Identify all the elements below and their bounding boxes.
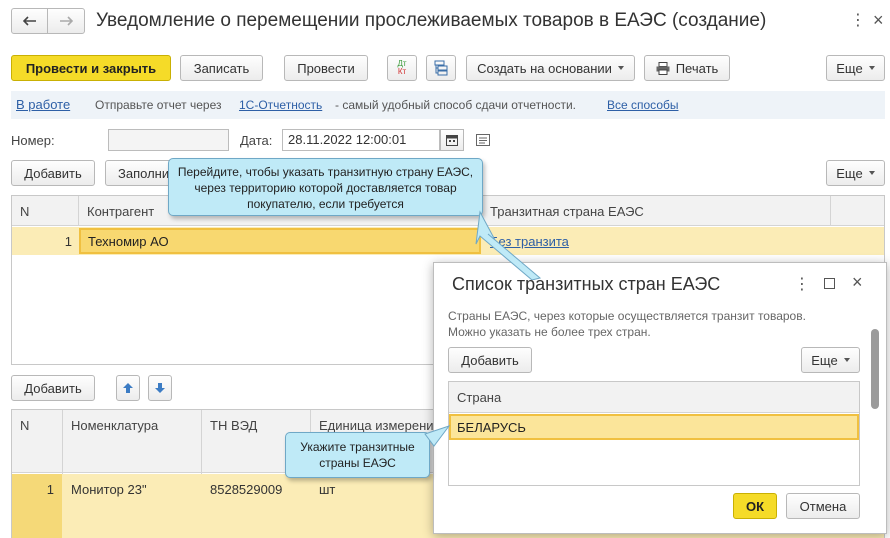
bottom-add-button[interactable]: Добавить [11, 375, 95, 401]
cancel-button[interactable]: Отмена [786, 493, 860, 519]
structure-button[interactable] [426, 55, 456, 81]
dialog-more-icon[interactable]: ⋮ [794, 274, 810, 294]
save-button[interactable]: Записать [180, 55, 263, 81]
col-n-header[interactable]: N [20, 196, 29, 226]
row-number: 1 [64, 234, 72, 249]
arrow-right-icon [60, 16, 73, 26]
ok-button[interactable]: ОК [733, 493, 777, 519]
countries-hint-tooltip: Укажите транзитные страны ЕАЭС [285, 432, 430, 478]
number-field[interactable] [108, 129, 229, 151]
tooltip-pointer-2 [424, 425, 451, 447]
create-based-on-button[interactable]: Создать на основании [466, 55, 635, 81]
post-button[interactable]: Провести [284, 55, 368, 81]
top-more-label: Еще [836, 165, 863, 181]
col-n-header-goods[interactable]: N [20, 418, 29, 433]
country-value: БЕЛАРУСЬ [457, 420, 526, 435]
nomenclature-value: Монитор 23" [71, 482, 147, 497]
maximize-icon[interactable] [824, 278, 835, 289]
arrow-up-icon [123, 383, 133, 393]
date-label: Дата: [240, 133, 273, 148]
page-title: Уведомление о перемещении прослеживаемых… [96, 10, 767, 31]
more-actions-icon[interactable]: ⋮ [850, 12, 866, 30]
info-text-before: Отправьте отчет через [95, 98, 222, 112]
arrow-left-icon [22, 16, 36, 26]
info-link-all-methods[interactable]: Все способы [607, 98, 679, 112]
more-button[interactable]: Еще [826, 55, 885, 81]
dialog-description: Страны ЕАЭС, через которые осуществляетс… [448, 309, 806, 339]
dialog-scrollbar[interactable] [871, 329, 879, 409]
tooltip-pointer [475, 210, 542, 280]
print-button[interactable]: Печать [644, 55, 730, 81]
calendar-button[interactable] [440, 129, 464, 151]
top-more-button[interactable]: Еще [826, 160, 885, 186]
move-down-button[interactable] [148, 375, 172, 401]
counterparty-value: Техномир АО [88, 234, 169, 249]
countries-table: Страна БЕЛАРУСЬ [448, 381, 860, 486]
forward-button[interactable] [47, 8, 85, 34]
status-link[interactable]: В работе [16, 97, 70, 112]
post-and-close-button[interactable]: Провести и закрыть [11, 55, 171, 81]
date-field[interactable]: 28.11.2022 12:00:01 [282, 129, 440, 151]
hierarchy-icon [434, 60, 448, 76]
more-label: Еще [836, 60, 863, 76]
dialog-close-icon[interactable]: × [852, 272, 863, 293]
goods-row-number: 1 [46, 482, 54, 497]
printer-icon [656, 61, 670, 75]
dialog-add-button[interactable]: Добавить [448, 347, 532, 373]
debit-credit-icon: Дт Кт [397, 59, 407, 76]
comment-icon[interactable] [476, 134, 490, 146]
transit-hint-tooltip: Перейдите, чтобы указать транзитную стра… [168, 158, 483, 216]
col-counterparty-header[interactable]: Контрагент [87, 196, 154, 226]
dialog-more-label: Еще [811, 352, 838, 368]
nav-buttons [11, 8, 85, 34]
dialog-more-button[interactable]: Еще [801, 347, 860, 373]
unit-value: шт [319, 482, 336, 497]
col-unit-header[interactable]: Единица измерени [319, 418, 434, 433]
debit-credit-button[interactable]: Дт Кт [387, 55, 417, 81]
back-button[interactable] [11, 8, 48, 34]
tnved-value: 8528529009 [210, 482, 283, 497]
fill-button[interactable]: Заполни [105, 160, 175, 186]
col-country-header[interactable]: Страна [457, 382, 501, 413]
create-based-on-label: Создать на основании [477, 60, 612, 76]
calendar-icon [446, 135, 458, 146]
info-text-after: - самый удобный способ сдачи отчетности. [335, 98, 577, 112]
arrow-down-icon [155, 383, 165, 393]
number-label: Номер: [11, 133, 55, 148]
print-label: Печать [675, 60, 719, 76]
move-up-button[interactable] [116, 375, 140, 401]
col-tnved-header[interactable]: ТН ВЭД [210, 418, 257, 433]
transit-countries-dialog: Список транзитных стран ЕАЭС ⋮ × Страны … [433, 262, 887, 534]
top-add-button[interactable]: Добавить [11, 160, 95, 186]
info-link-reporting[interactable]: 1С-Отчетность [239, 98, 322, 112]
col-nomenclature-header[interactable]: Номенклатура [71, 418, 158, 433]
close-icon[interactable]: × [873, 10, 884, 31]
